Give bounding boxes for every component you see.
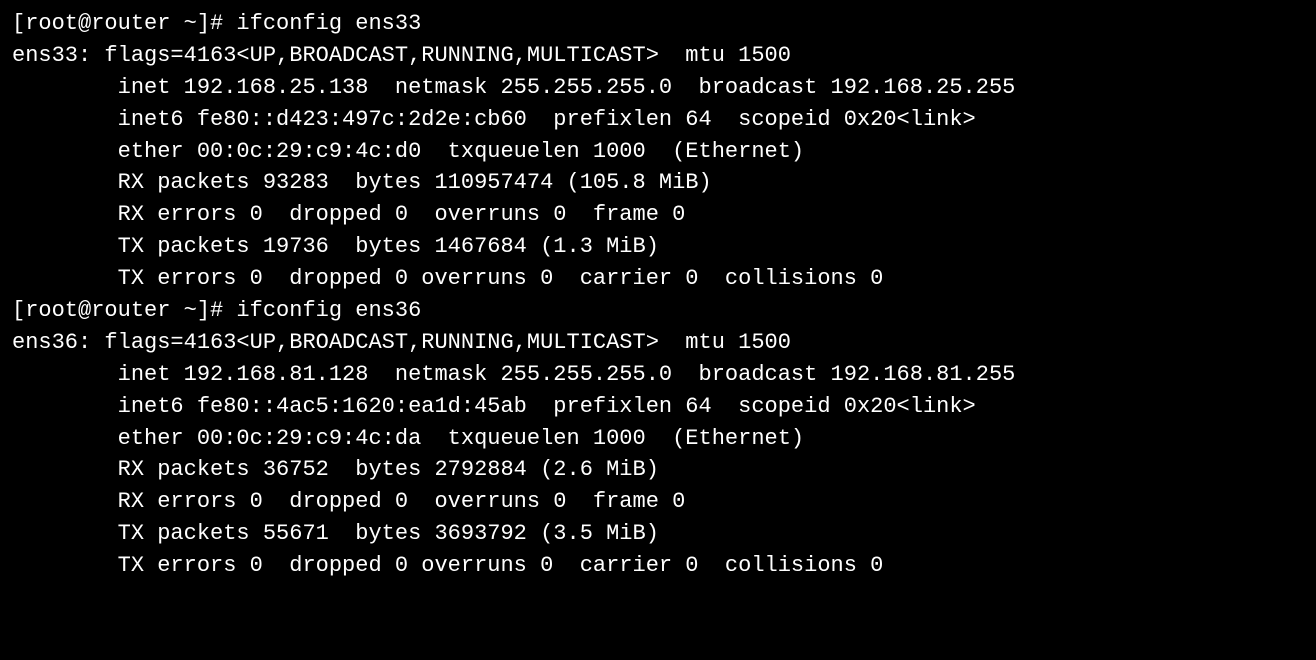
terminal-line: TX packets 19736 bytes 1467684 (1.3 MiB)	[12, 231, 1304, 263]
terminal-line: RX errors 0 dropped 0 overruns 0 frame 0	[12, 486, 1304, 518]
terminal-line: [root@router ~]# ifconfig ens33	[12, 8, 1304, 40]
terminal-line: inet6 fe80::d423:497c:2d2e:cb60 prefixle…	[12, 104, 1304, 136]
terminal-line: ether 00:0c:29:c9:4c:d0 txqueuelen 1000 …	[12, 136, 1304, 168]
terminal-line: inet 192.168.81.128 netmask 255.255.255.…	[12, 359, 1304, 391]
terminal-line: RX packets 93283 bytes 110957474 (105.8 …	[12, 167, 1304, 199]
terminal-line: inet6 fe80::4ac5:1620:ea1d:45ab prefixle…	[12, 391, 1304, 423]
terminal-line: TX errors 0 dropped 0 overruns 0 carrier…	[12, 550, 1304, 582]
terminal-line: TX errors 0 dropped 0 overruns 0 carrier…	[12, 263, 1304, 295]
terminal-line: ens36: flags=4163<UP,BROADCAST,RUNNING,M…	[12, 327, 1304, 359]
terminal-line: inet 192.168.25.138 netmask 255.255.255.…	[12, 72, 1304, 104]
terminal-line: ether 00:0c:29:c9:4c:da txqueuelen 1000 …	[12, 423, 1304, 455]
terminal-line: RX errors 0 dropped 0 overruns 0 frame 0	[12, 199, 1304, 231]
terminal-line: ens33: flags=4163<UP,BROADCAST,RUNNING,M…	[12, 40, 1304, 72]
terminal-line: RX packets 36752 bytes 2792884 (2.6 MiB)	[12, 454, 1304, 486]
terminal-line: [root@router ~]# ifconfig ens36	[12, 295, 1304, 327]
terminal-line: TX packets 55671 bytes 3693792 (3.5 MiB)	[12, 518, 1304, 550]
terminal-output: [root@router ~]# ifconfig ens33ens33: fl…	[12, 8, 1304, 582]
